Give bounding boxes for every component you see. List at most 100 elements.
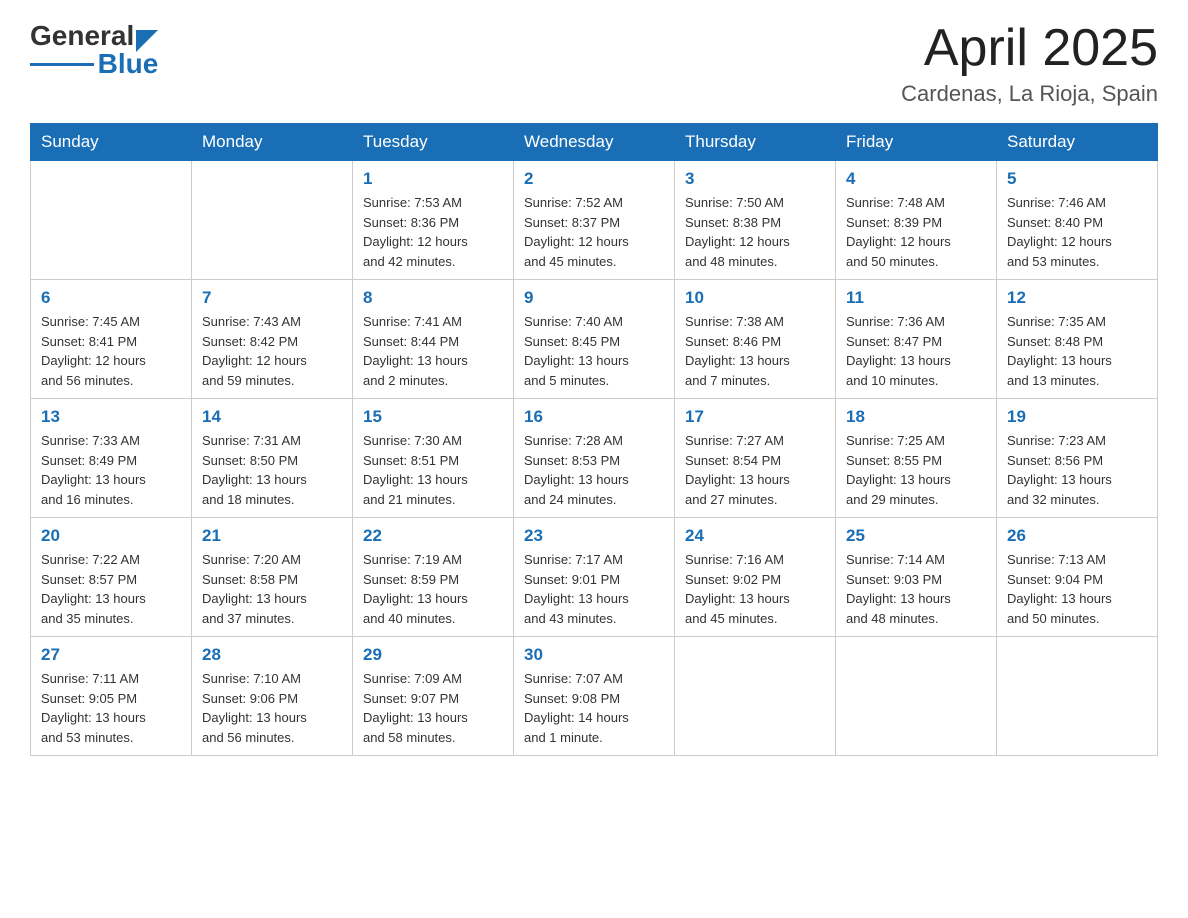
day-info: Sunrise: 7:40 AM Sunset: 8:45 PM Dayligh… — [524, 312, 664, 390]
calendar-week-row: 20 Sunrise: 7:22 AM Sunset: 8:57 PM Dayli… — [31, 518, 1158, 637]
calendar-cell: 26Sunrise: 7:13 AM Sunset: 9:04 PM Dayli… — [997, 518, 1158, 637]
day-number: 14 — [202, 407, 342, 427]
calendar-week-row: 1Sunrise: 7:53 AM Sunset: 8:36 PM Daylig… — [31, 161, 1158, 280]
day-info: Sunrise: 7:31 AM Sunset: 8:50 PM Dayligh… — [202, 431, 342, 509]
day-info: Sunrise: 7:09 AM Sunset: 9:07 PM Dayligh… — [363, 669, 503, 747]
calendar-cell: 22Sunrise: 7:19 AM Sunset: 8:59 PM Dayli… — [353, 518, 514, 637]
day-number: 29 — [363, 645, 503, 665]
day-number: 21 — [202, 526, 342, 546]
calendar-cell: 21 Sunrise: 7:20 AM Sunset: 8:58 PM Dayli… — [192, 518, 353, 637]
day-number: 18 — [846, 407, 986, 427]
calendar-week-row: 27 Sunrise: 7:11 AM Sunset: 9:05 PM Dayli… — [31, 637, 1158, 756]
day-number: 13 — [41, 407, 181, 427]
calendar-cell: 17 Sunrise: 7:27 AM Sunset: 8:54 PM Dayli… — [675, 399, 836, 518]
calendar-cell: 20 Sunrise: 7:22 AM Sunset: 8:57 PM Dayli… — [31, 518, 192, 637]
day-info: Sunrise: 7:30 AM Sunset: 8:51 PM Dayligh… — [363, 431, 503, 509]
day-info: Sunrise: 7:33 AM Sunset: 8:49 PM Dayligh… — [41, 431, 181, 509]
day-info: Sunrise: 7:45 AM Sunset: 8:41 PM Dayligh… — [41, 312, 181, 390]
calendar-cell: 4 Sunrise: 7:48 AM Sunset: 8:39 PM Daylig… — [836, 161, 997, 280]
day-info: Sunrise: 7:22 AM Sunset: 8:57 PM Dayligh… — [41, 550, 181, 628]
weekday-header-friday: Friday — [836, 124, 997, 161]
day-info: Sunrise: 7:11 AM Sunset: 9:05 PM Dayligh… — [41, 669, 181, 747]
weekday-header-tuesday: Tuesday — [353, 124, 514, 161]
day-info: Sunrise: 7:50 AM Sunset: 8:38 PM Dayligh… — [685, 193, 825, 271]
logo-bottom: Blue — [30, 48, 158, 80]
day-info: Sunrise: 7:43 AM Sunset: 8:42 PM Dayligh… — [202, 312, 342, 390]
day-number: 7 — [202, 288, 342, 308]
day-info: Sunrise: 7:16 AM Sunset: 9:02 PM Dayligh… — [685, 550, 825, 628]
calendar-cell: 11Sunrise: 7:36 AM Sunset: 8:47 PM Dayli… — [836, 280, 997, 399]
day-info: Sunrise: 7:10 AM Sunset: 9:06 PM Dayligh… — [202, 669, 342, 747]
calendar-cell: 19Sunrise: 7:23 AM Sunset: 8:56 PM Dayli… — [997, 399, 1158, 518]
day-number: 12 — [1007, 288, 1147, 308]
day-info: Sunrise: 7:46 AM Sunset: 8:40 PM Dayligh… — [1007, 193, 1147, 271]
day-number: 2 — [524, 169, 664, 189]
calendar-cell: 27 Sunrise: 7:11 AM Sunset: 9:05 PM Dayli… — [31, 637, 192, 756]
logo-blue-text: Blue — [98, 48, 159, 80]
weekday-header-saturday: Saturday — [997, 124, 1158, 161]
calendar-cell: 8 Sunrise: 7:41 AM Sunset: 8:44 PM Daylig… — [353, 280, 514, 399]
day-number: 19 — [1007, 407, 1147, 427]
location-text: Cardenas, La Rioja, Spain — [901, 81, 1158, 107]
day-number: 15 — [363, 407, 503, 427]
day-info: Sunrise: 7:48 AM Sunset: 8:39 PM Dayligh… — [846, 193, 986, 271]
calendar-cell: 10Sunrise: 7:38 AM Sunset: 8:46 PM Dayli… — [675, 280, 836, 399]
day-number: 30 — [524, 645, 664, 665]
calendar-cell: 24Sunrise: 7:16 AM Sunset: 9:02 PM Dayli… — [675, 518, 836, 637]
calendar-cell — [675, 637, 836, 756]
calendar-cell: 12 Sunrise: 7:35 AM Sunset: 8:48 PM Dayli… — [997, 280, 1158, 399]
day-number: 16 — [524, 407, 664, 427]
calendar-cell: 25Sunrise: 7:14 AM Sunset: 9:03 PM Dayli… — [836, 518, 997, 637]
weekday-header-thursday: Thursday — [675, 124, 836, 161]
day-number: 20 — [41, 526, 181, 546]
calendar-cell — [192, 161, 353, 280]
day-info: Sunrise: 7:13 AM Sunset: 9:04 PM Dayligh… — [1007, 550, 1147, 628]
logo: General Blue — [30, 20, 158, 80]
day-number: 4 — [846, 169, 986, 189]
weekday-header-row: SundayMondayTuesdayWednesdayThursdayFrid… — [31, 124, 1158, 161]
day-info: Sunrise: 7:14 AM Sunset: 9:03 PM Dayligh… — [846, 550, 986, 628]
day-number: 10 — [685, 288, 825, 308]
calendar-cell — [997, 637, 1158, 756]
day-number: 22 — [363, 526, 503, 546]
day-number: 17 — [685, 407, 825, 427]
calendar-week-row: 13 Sunrise: 7:33 AM Sunset: 8:49 PM Dayli… — [31, 399, 1158, 518]
day-info: Sunrise: 7:35 AM Sunset: 8:48 PM Dayligh… — [1007, 312, 1147, 390]
day-info: Sunrise: 7:53 AM Sunset: 8:36 PM Dayligh… — [363, 193, 503, 271]
calendar-cell: 9 Sunrise: 7:40 AM Sunset: 8:45 PM Daylig… — [514, 280, 675, 399]
day-number: 9 — [524, 288, 664, 308]
page-header: General Blue April 2025 Cardenas, La Rio… — [30, 20, 1158, 107]
day-number: 8 — [363, 288, 503, 308]
day-info: Sunrise: 7:17 AM Sunset: 9:01 PM Dayligh… — [524, 550, 664, 628]
calendar-cell: 23 Sunrise: 7:17 AM Sunset: 9:01 PM Dayli… — [514, 518, 675, 637]
calendar-cell: 7 Sunrise: 7:43 AM Sunset: 8:42 PM Daylig… — [192, 280, 353, 399]
calendar-cell: 29 Sunrise: 7:09 AM Sunset: 9:07 PM Dayli… — [353, 637, 514, 756]
day-info: Sunrise: 7:52 AM Sunset: 8:37 PM Dayligh… — [524, 193, 664, 271]
day-info: Sunrise: 7:27 AM Sunset: 8:54 PM Dayligh… — [685, 431, 825, 509]
month-title: April 2025 — [901, 20, 1158, 77]
logo-wrapper: General Blue — [30, 20, 158, 80]
day-info: Sunrise: 7:41 AM Sunset: 8:44 PM Dayligh… — [363, 312, 503, 390]
day-number: 5 — [1007, 169, 1147, 189]
calendar-cell: 13 Sunrise: 7:33 AM Sunset: 8:49 PM Dayli… — [31, 399, 192, 518]
calendar-cell: 3 Sunrise: 7:50 AM Sunset: 8:38 PM Daylig… — [675, 161, 836, 280]
calendar-cell: 1Sunrise: 7:53 AM Sunset: 8:36 PM Daylig… — [353, 161, 514, 280]
weekday-header-monday: Monday — [192, 124, 353, 161]
day-info: Sunrise: 7:28 AM Sunset: 8:53 PM Dayligh… — [524, 431, 664, 509]
calendar-cell: 16 Sunrise: 7:28 AM Sunset: 8:53 PM Dayli… — [514, 399, 675, 518]
calendar-week-row: 6Sunrise: 7:45 AM Sunset: 8:41 PM Daylig… — [31, 280, 1158, 399]
day-number: 23 — [524, 526, 664, 546]
weekday-header-sunday: Sunday — [31, 124, 192, 161]
day-info: Sunrise: 7:25 AM Sunset: 8:55 PM Dayligh… — [846, 431, 986, 509]
day-number: 11 — [846, 288, 986, 308]
calendar-cell: 18 Sunrise: 7:25 AM Sunset: 8:55 PM Dayli… — [836, 399, 997, 518]
day-info: Sunrise: 7:07 AM Sunset: 9:08 PM Dayligh… — [524, 669, 664, 747]
day-number: 27 — [41, 645, 181, 665]
day-info: Sunrise: 7:20 AM Sunset: 8:58 PM Dayligh… — [202, 550, 342, 628]
weekday-header-wednesday: Wednesday — [514, 124, 675, 161]
calendar-cell: 6Sunrise: 7:45 AM Sunset: 8:41 PM Daylig… — [31, 280, 192, 399]
logo-line — [30, 63, 94, 66]
calendar-cell: 14 Sunrise: 7:31 AM Sunset: 8:50 PM Dayli… — [192, 399, 353, 518]
day-number: 3 — [685, 169, 825, 189]
title-section: April 2025 Cardenas, La Rioja, Spain — [901, 20, 1158, 107]
